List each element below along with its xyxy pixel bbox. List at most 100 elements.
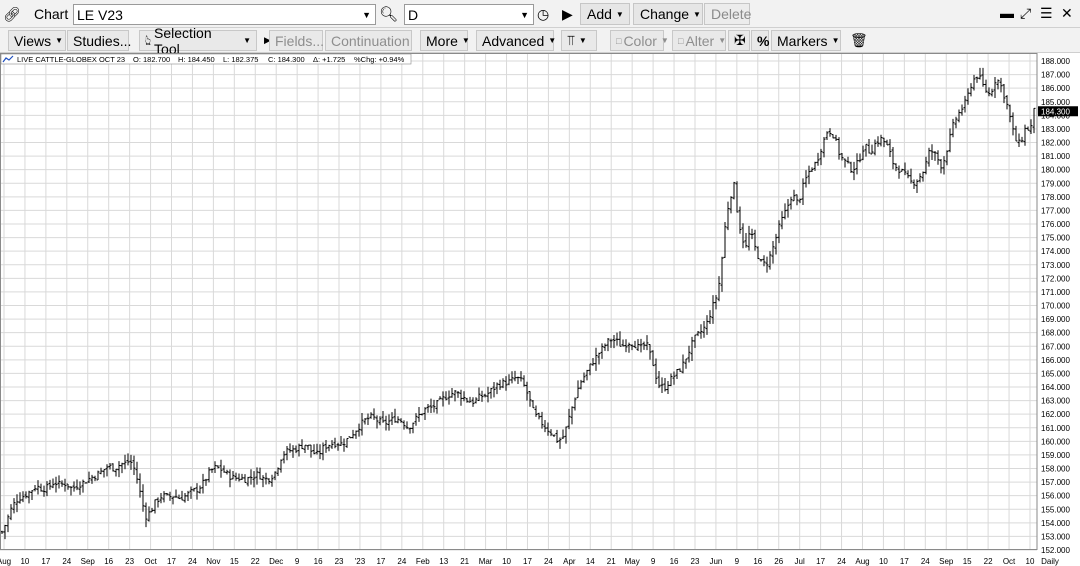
plot-background bbox=[0, 53, 1037, 550]
symbol-dropdown-icon[interactable]: ▼ bbox=[362, 10, 375, 20]
quote-high: H: 184.450 bbox=[178, 55, 215, 64]
x-tick-label: Mar bbox=[479, 557, 493, 566]
cursor-icon: 👆︎ bbox=[145, 32, 152, 48]
add-label: Add bbox=[587, 6, 612, 22]
y-tick-label: 173.000 bbox=[1041, 261, 1070, 270]
date-axis[interactable]: Aug 10 17 24 Sep 16 23 Oct 17 24 Nov 15 22 Dec 9 16 23 '2… bbox=[0, 557, 1059, 566]
chevron-down-icon: ▼ bbox=[548, 36, 557, 45]
crosshair-icon[interactable]: ✠ bbox=[728, 30, 750, 51]
y-tick-label: 185.000 bbox=[1041, 98, 1070, 107]
x-tick-label: Sep bbox=[81, 557, 96, 566]
symbol-input[interactable]: LE V23 ▼ bbox=[73, 4, 376, 25]
y-tick-label: 171.000 bbox=[1041, 288, 1070, 297]
more-label: More bbox=[426, 32, 458, 49]
x-tick-label: 9 bbox=[295, 557, 300, 566]
x-tick-label: 22 bbox=[251, 557, 260, 566]
x-tick-label: 17 bbox=[523, 557, 532, 566]
y-tick-label: 181.000 bbox=[1041, 152, 1070, 161]
y-tick-label: 187.000 bbox=[1041, 71, 1070, 80]
quote-low: L: 182.375 bbox=[223, 55, 258, 64]
y-tick-label: 153.000 bbox=[1041, 532, 1070, 541]
markers-button[interactable]: Markers ▼ bbox=[771, 30, 841, 51]
chevron-down-icon: ▼ bbox=[660, 36, 669, 45]
x-tick-label: 21 bbox=[607, 557, 616, 566]
color-swatch-icon: □ bbox=[616, 35, 622, 46]
x-tick-label: Nov bbox=[206, 557, 220, 566]
alter-button[interactable]: □ Alter ▼ bbox=[672, 30, 726, 51]
x-tick-label: 17 bbox=[41, 557, 50, 566]
y-tick-label: 165.000 bbox=[1041, 369, 1070, 378]
markers-label: Markers bbox=[777, 32, 828, 49]
x-tick-label: 10 bbox=[1026, 557, 1035, 566]
studies-button[interactable]: Studies... bbox=[67, 30, 131, 51]
y-tick-label: 161.000 bbox=[1041, 424, 1070, 433]
restore-icon[interactable]: ⤢ bbox=[1020, 3, 1031, 23]
chevron-down-icon: ▼ bbox=[831, 36, 840, 45]
x-tick-label: 16 bbox=[314, 557, 323, 566]
x-tick-label: 24 bbox=[544, 557, 553, 566]
x-tick-label: 16 bbox=[753, 557, 762, 566]
color-button[interactable]: □ Color ▼ bbox=[610, 30, 669, 51]
x-tick-label: Jul bbox=[795, 557, 805, 566]
x-tick-label: Sep bbox=[939, 557, 954, 566]
x-tick-label: Feb bbox=[416, 557, 430, 566]
continuation-button[interactable]: Continuation bbox=[325, 30, 412, 51]
period-dropdown-icon[interactable]: ▼ bbox=[520, 10, 533, 20]
y-tick-label: 157.000 bbox=[1041, 478, 1070, 487]
chevron-down-icon: ▼ bbox=[693, 9, 701, 19]
selection-tool-button[interactable]: 👆︎ Selection Tool ▼ bbox=[139, 25, 257, 57]
price-axis[interactable]: 152.000 153.000 154.000 155.000 156.000 157.0… bbox=[1038, 57, 1078, 555]
price-chart[interactable]: 152.000 153.000 154.000 155.000 156.000 157.0… bbox=[0, 53, 1080, 566]
y-tick-label: 183.000 bbox=[1041, 125, 1070, 134]
chevron-down-icon: ▼ bbox=[615, 9, 624, 19]
x-tick-label: 14 bbox=[586, 557, 595, 566]
x-tick-label: 21 bbox=[460, 557, 469, 566]
chart-panel[interactable]: 152.000 153.000 154.000 155.000 156.000 157.0… bbox=[0, 53, 1080, 566]
fields-button[interactable]: Fields... bbox=[269, 30, 324, 51]
selection-tool-label: Selection Tool bbox=[154, 24, 212, 57]
x-tick-label: 17 bbox=[376, 557, 385, 566]
x-tick-label: Dec bbox=[269, 557, 283, 566]
y-tick-label: 175.000 bbox=[1041, 234, 1070, 243]
chevron-down-icon: ▼ bbox=[718, 36, 727, 45]
period-input[interactable]: D ▼ bbox=[404, 4, 534, 25]
more-button[interactable]: More ▼ bbox=[420, 30, 470, 51]
symbol-input-value: LE V23 bbox=[77, 6, 123, 23]
percent-button[interactable]: % bbox=[751, 30, 769, 51]
x-tick-label: 24 bbox=[837, 557, 846, 566]
x-tick-label: 24 bbox=[397, 557, 406, 566]
menu-icon[interactable]: ☰ bbox=[1040, 3, 1053, 23]
chart-toolbar: Views ▼ Studies... 👆︎ Selection Tool ▼ ▶ Fi… bbox=[0, 25, 1080, 57]
views-button[interactable]: Views ▼ bbox=[8, 30, 66, 51]
x-tick-label: Apr bbox=[563, 557, 576, 566]
clock-icon[interactable]: ◷ bbox=[537, 4, 549, 24]
y-tick-label: 176.000 bbox=[1041, 220, 1070, 229]
y-tick-label: 158.000 bbox=[1041, 465, 1070, 474]
minimize-icon[interactable]: ▬ bbox=[1000, 3, 1014, 23]
y-tick-label: 178.000 bbox=[1041, 193, 1070, 202]
link-icon[interactable]: 🔗︎ bbox=[3, 4, 33, 24]
x-tick-label: 24 bbox=[921, 557, 930, 566]
x-tick-label: Jun bbox=[709, 557, 722, 566]
x-tick-label: 17 bbox=[167, 557, 176, 566]
close-icon[interactable]: ✕ bbox=[1061, 3, 1073, 23]
delete-button[interactable]: Delete bbox=[704, 3, 751, 25]
last-price-label: 184.300 bbox=[1041, 107, 1070, 116]
play-icon[interactable]: ▶ bbox=[562, 4, 573, 24]
search-icon[interactable]: 🔍︎ bbox=[379, 4, 398, 24]
x-tick-label: 13 bbox=[439, 557, 448, 566]
x-tick-label: 24 bbox=[62, 557, 71, 566]
y-tick-label: 168.000 bbox=[1041, 329, 1070, 338]
advanced-button[interactable]: Advanced ▼ bbox=[476, 30, 557, 51]
arrow-right-icon[interactable]: ▶ bbox=[259, 30, 271, 51]
views-label: Views bbox=[14, 32, 52, 49]
x-tick-label: May bbox=[625, 557, 640, 566]
advanced-label: Advanced bbox=[482, 32, 545, 49]
y-tick-label: 182.000 bbox=[1041, 139, 1070, 148]
x-tick-label: 16 bbox=[670, 557, 679, 566]
add-button[interactable]: Add ▼ bbox=[580, 3, 630, 25]
x-tick-label: 10 bbox=[879, 557, 888, 566]
trash-icon[interactable]: 🗑︎ bbox=[845, 30, 868, 51]
bar-type-button[interactable]: ⫪ ▼ bbox=[561, 30, 597, 51]
change-button[interactable]: Change ▼ bbox=[633, 3, 703, 25]
